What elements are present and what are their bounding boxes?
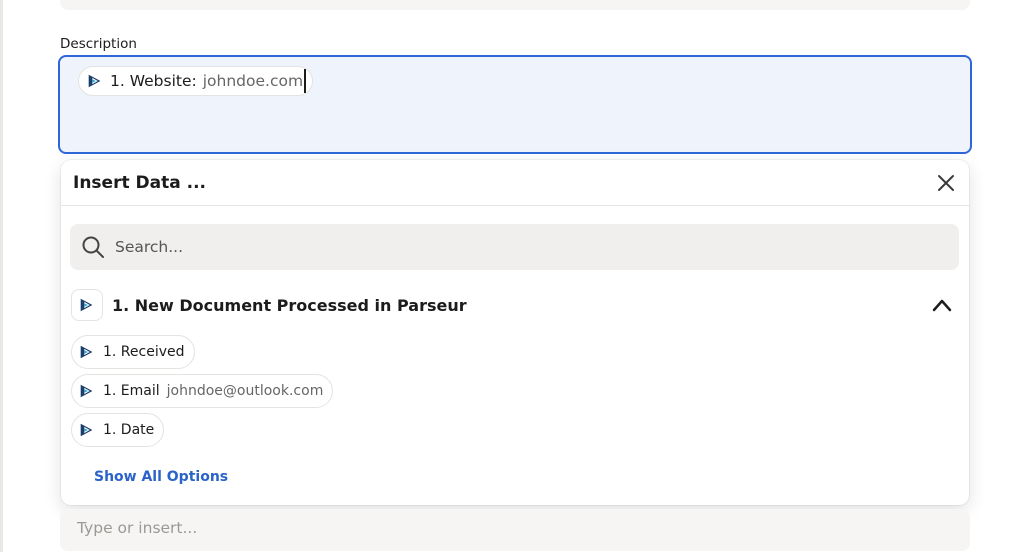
parseur-logo-icon — [80, 345, 93, 359]
pill-value: johndoe.com — [202, 72, 304, 90]
group-title: 1. New Document Processed in Parseur — [112, 295, 467, 315]
option-key: 1. Email — [103, 383, 160, 399]
search-icon — [82, 236, 104, 258]
group-logo — [71, 289, 103, 321]
description-label: Description — [60, 36, 137, 52]
left-rail — [0, 0, 3, 552]
parseur-logo-icon — [80, 384, 93, 398]
option-key: 1. Date — [103, 422, 155, 438]
option-received[interactable]: 1. Received — [71, 335, 195, 369]
website-data-pill[interactable]: 1. Website: johndoe.com — [78, 66, 314, 96]
pill-key: 1. Website: — [110, 72, 197, 90]
next-field-placeholder: Type or insert... — [77, 519, 198, 537]
parseur-logo-icon — [88, 74, 101, 88]
next-field-input[interactable]: Type or insert... — [60, 509, 970, 551]
data-group-header[interactable]: 1. New Document Processed in Parseur — [71, 289, 959, 321]
search-field[interactable] — [70, 224, 959, 270]
show-all-options-link[interactable]: Show All Options — [94, 469, 228, 485]
search-input[interactable] — [115, 238, 895, 256]
app-stage: Description 1. Website: johndoe.com Inse… — [0, 0, 1024, 552]
option-key: 1. Received — [103, 344, 185, 360]
parseur-logo-icon — [80, 423, 93, 437]
panel-title: Insert Data ... — [73, 172, 206, 193]
close-icon — [938, 174, 954, 191]
option-email[interactable]: 1. Email johndoe@outlook.com — [71, 374, 334, 408]
description-input[interactable]: 1. Website: johndoe.com — [58, 55, 972, 154]
option-date[interactable]: 1. Date — [71, 413, 165, 447]
close-button[interactable] — [935, 172, 957, 194]
insert-data-panel: Insert Data ... 1. New Do — [61, 160, 969, 505]
panel-header: Insert Data ... — [61, 160, 969, 206]
chevron-up-icon — [932, 299, 952, 312]
previous-field[interactable] — [60, 0, 970, 10]
parseur-logo-icon — [80, 298, 93, 312]
option-value: johndoe@outlook.com — [166, 383, 324, 399]
collapse-button[interactable] — [931, 294, 953, 316]
text-caret — [304, 69, 306, 93]
